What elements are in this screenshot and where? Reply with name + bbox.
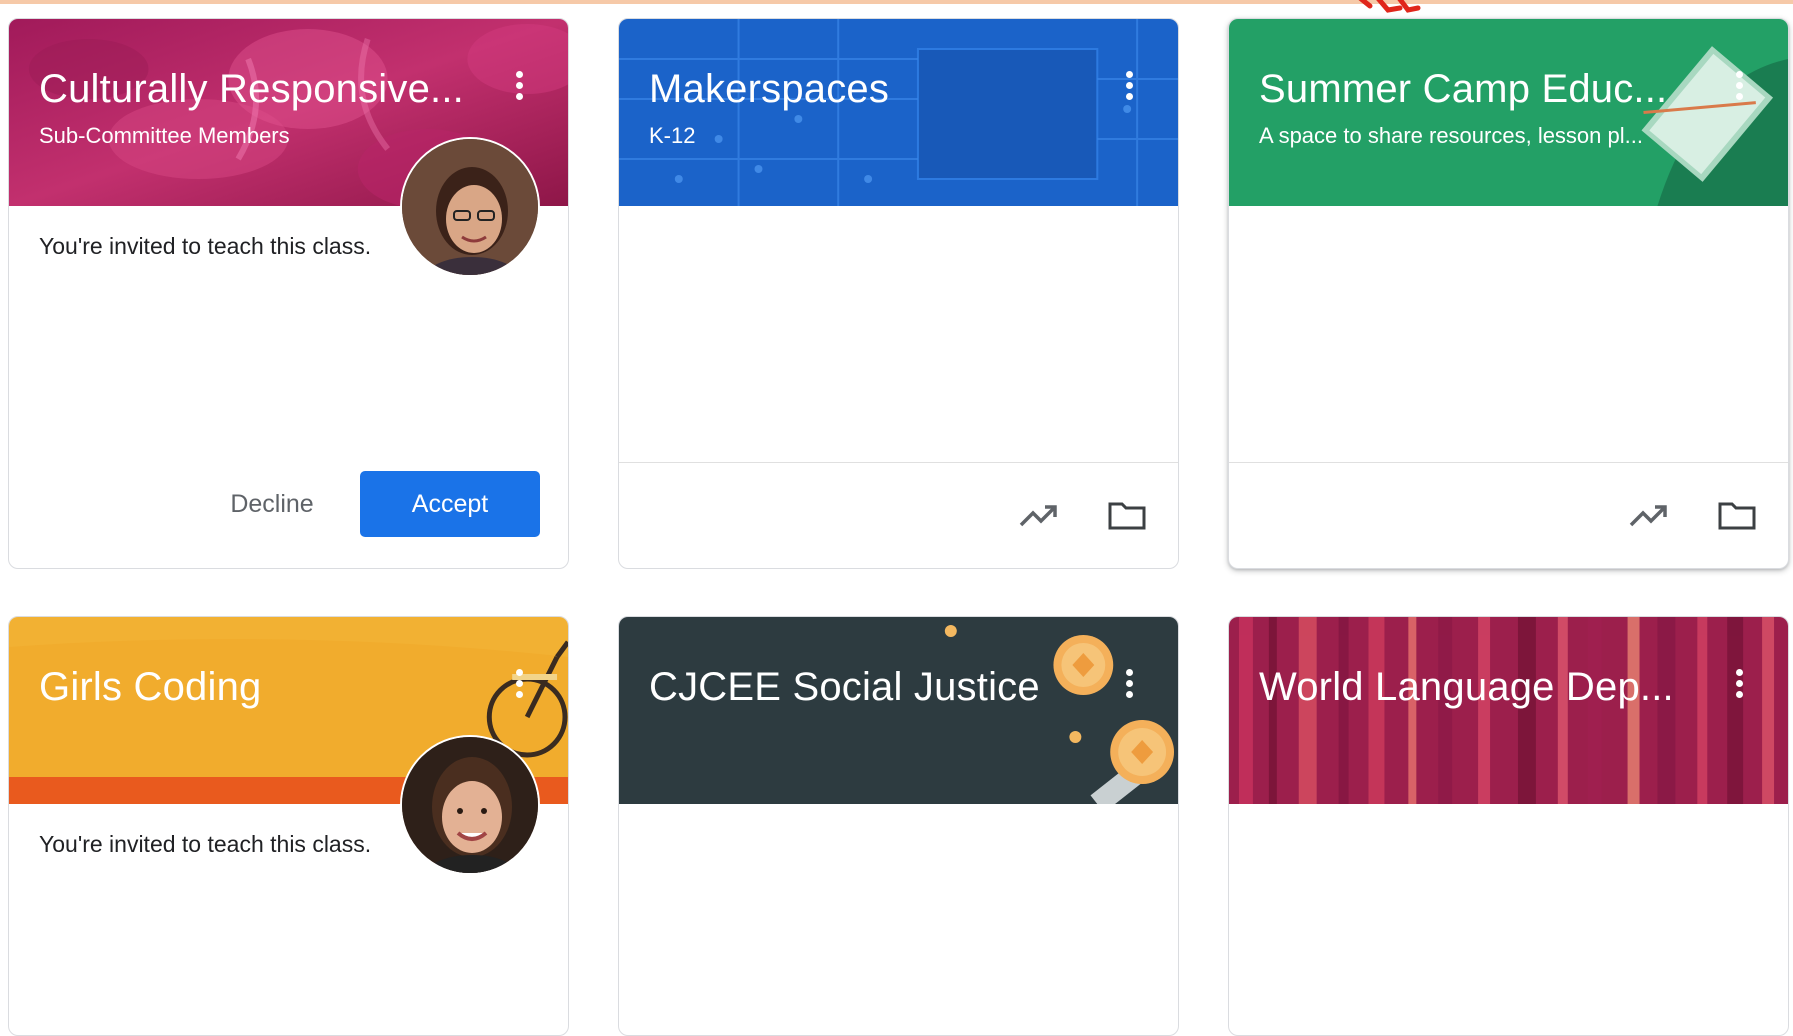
header-banner-art: [619, 19, 1178, 206]
more-vert-icon[interactable]: [510, 667, 528, 705]
teacher-avatar: [400, 735, 540, 875]
class-card-footer: [619, 462, 1178, 568]
more-vert-icon[interactable]: [1120, 667, 1138, 705]
top-accent-strip: [0, 0, 1793, 4]
class-subtitle: A space to share resources, lesson pl...: [1259, 123, 1643, 148]
class-title[interactable]: Culturally Responsive...: [39, 67, 464, 112]
class-subtitle: K-12: [649, 123, 696, 148]
more-vert-icon[interactable]: [1730, 69, 1748, 107]
class-card-cjcee-social-justice[interactable]: CJCEE Social Justice: [618, 616, 1179, 1036]
class-card-summer-camp[interactable]: Summer Camp Educ... A space to share res…: [1228, 18, 1789, 569]
header-banner-art: [1229, 617, 1788, 804]
class-card-header: CJCEE Social Justice: [619, 617, 1178, 804]
header-banner-art: [619, 617, 1178, 804]
class-title[interactable]: Makerspaces: [649, 67, 889, 112]
class-card-world-language[interactable]: World Language Dep...: [1228, 616, 1789, 1036]
class-title[interactable]: CJCEE Social Justice: [649, 665, 1040, 710]
more-vert-icon[interactable]: [510, 69, 528, 107]
invite-message: You're invited to teach this class.: [39, 233, 372, 259]
more-vert-icon[interactable]: [1120, 69, 1138, 107]
invite-message: You're invited to teach this class.: [39, 831, 372, 857]
decline-button[interactable]: Decline: [207, 483, 337, 525]
folder-icon[interactable]: [1107, 499, 1147, 531]
trending-up-icon[interactable]: [1629, 499, 1669, 531]
class-card-header: World Language Dep...: [1229, 617, 1788, 804]
more-vert-icon[interactable]: [1730, 667, 1748, 705]
class-card-footer: [1229, 462, 1788, 568]
trending-up-icon[interactable]: [1019, 499, 1059, 531]
teacher-avatar: [400, 137, 540, 277]
class-title[interactable]: World Language Dep...: [1259, 665, 1674, 710]
class-card-girls-coding[interactable]: Girls Coding You're invited to teach thi…: [8, 616, 569, 1036]
red-marker-annotation: [1352, 0, 1422, 18]
class-subtitle: Sub-Committee Members: [39, 123, 290, 148]
folder-icon[interactable]: [1717, 499, 1757, 531]
class-card-makerspaces[interactable]: Makerspaces K-12: [618, 18, 1179, 569]
class-title[interactable]: Girls Coding: [39, 665, 261, 710]
class-card-header: Makerspaces K-12: [619, 19, 1178, 206]
accept-button[interactable]: Accept: [360, 471, 540, 537]
class-card-culturally-responsive[interactable]: Culturally Responsive... Sub-Committee M…: [8, 18, 569, 569]
class-title[interactable]: Summer Camp Educ...: [1259, 67, 1667, 112]
class-card-header: Summer Camp Educ... A space to share res…: [1229, 19, 1788, 206]
header-banner-art: [1229, 19, 1788, 206]
